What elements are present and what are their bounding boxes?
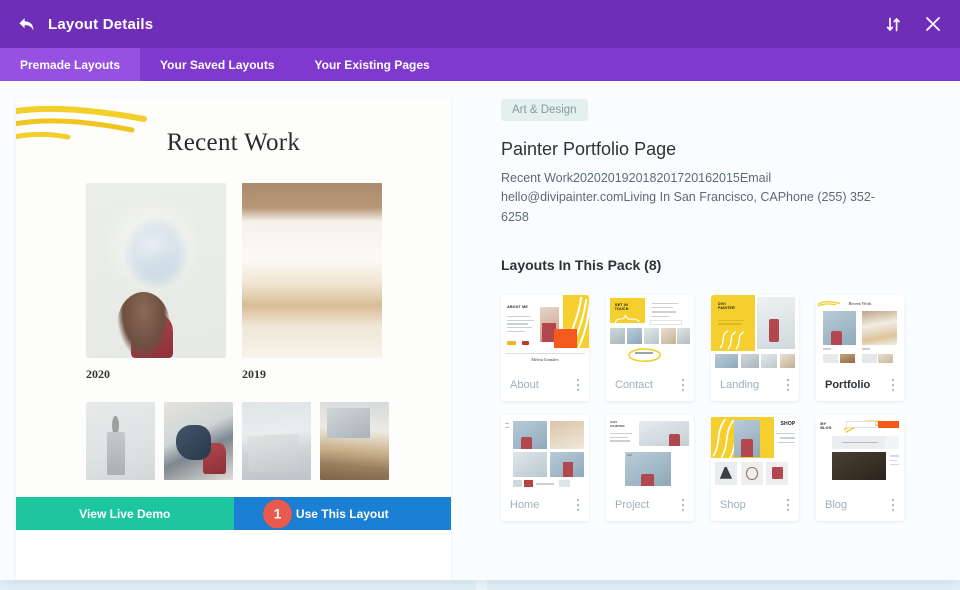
preview-gallery-image	[164, 402, 233, 480]
layout-thumbnail-project: DIVI PAINTER	[606, 415, 694, 490]
layout-card-menu-icon[interactable]	[785, 377, 792, 394]
layout-card-portfolio[interactable]: Recent Work Portfolio	[816, 295, 904, 402]
preview-featured-year: 2019	[242, 367, 266, 381]
layout-card-footer: Home	[501, 489, 589, 521]
preview-gallery-image	[242, 402, 311, 480]
preview-action-bar: View Live Demo Use This Layout 1	[16, 497, 451, 530]
layout-details-pane: Art & Design Painter Portfolio Page Rece…	[467, 81, 960, 580]
header-actions	[884, 15, 942, 33]
modal-body: Recent Work 2020 2019 View Live Demo Use…	[0, 81, 960, 580]
tab-your-existing-pages-label: Your Existing Pages	[314, 57, 430, 72]
layout-thumbnail-about-caption: Melvia Gonzales	[531, 356, 559, 362]
tab-your-saved-layouts[interactable]: Your Saved Layouts	[140, 48, 294, 81]
layout-card-footer: Project	[606, 489, 694, 521]
preview-featured-grid: 2020 2019	[86, 183, 382, 382]
layout-card-footer: Landing	[711, 369, 799, 401]
layout-thumbnail-home	[501, 415, 589, 490]
layout-card-name: About	[510, 379, 539, 392]
layout-card-name: Home	[510, 499, 540, 512]
layout-card-name: Blog	[825, 499, 848, 512]
layout-card-footer: About	[501, 369, 589, 401]
preview-heading: Recent Work	[166, 129, 301, 156]
layout-thumbnail-contact: GET IN TOUCH	[606, 295, 694, 370]
application-root: Layout Details Premade Layouts Your Save…	[0, 0, 960, 590]
preview-featured-image	[86, 183, 226, 358]
layout-preview-canvas: Recent Work 2020 2019	[16, 97, 451, 497]
preview-featured-image	[242, 183, 382, 358]
preview-featured-item: 2019	[242, 183, 382, 382]
layout-card-name: Shop	[720, 499, 746, 512]
layout-card-project[interactable]: DIVI PAINTER Project	[606, 415, 694, 522]
layout-card-menu-icon[interactable]	[575, 377, 582, 394]
layout-preview-pane: Recent Work 2020 2019 View Live Demo Use…	[0, 81, 467, 580]
close-icon[interactable]	[924, 15, 942, 33]
tab-your-existing-pages[interactable]: Your Existing Pages	[295, 48, 450, 81]
layout-thumbnail-shop: SHOP	[711, 415, 799, 490]
layout-thumbnail-about: ABOUT ME Melvia Gonzales	[501, 295, 589, 370]
layout-card-name: Contact	[615, 379, 653, 392]
layout-card-name: Portfolio	[825, 379, 871, 392]
sort-vertical-icon[interactable]	[884, 15, 902, 33]
layout-card-name: Landing	[720, 379, 760, 392]
layout-card-home[interactable]: Home	[501, 415, 589, 522]
layout-thumbnail-landing: DIVI PAINTER	[711, 295, 799, 370]
pack-title: Painter Portfolio Page	[501, 139, 677, 159]
layout-card-name: Project	[615, 499, 650, 512]
preview-featured-year: 2020	[86, 367, 110, 381]
pack-section-title: Layouts In This Pack (8)	[501, 257, 662, 274]
layout-thumbnail-portfolio-caption: Recent Work	[848, 301, 872, 307]
tab-premade-layouts[interactable]: Premade Layouts	[0, 48, 141, 81]
layout-card-footer: Contact	[606, 369, 694, 401]
layout-preview-card: Recent Work 2020 2019 View Live Demo Use…	[16, 97, 451, 580]
layout-card-landing[interactable]: DIVI PAINTER Landing	[711, 295, 799, 402]
layout-card-about[interactable]: ABOUT ME Melvia Gonzales About	[501, 295, 589, 402]
pack-description: Recent Work202020192018201720162015Email…	[501, 171, 875, 224]
layout-card-shop[interactable]: SHOP Shop	[711, 415, 799, 522]
layout-card-footer: Blog	[816, 489, 904, 521]
preview-featured-item: 2020	[86, 183, 226, 382]
layout-card-footer: Portfolio	[816, 369, 904, 401]
page-title: Layout Details	[48, 15, 154, 33]
view-live-demo-button[interactable]: View Live Demo	[16, 497, 234, 530]
layout-card-footer: Shop	[711, 489, 799, 521]
layout-thumbnail-blog: MY BLOG	[816, 415, 904, 490]
tab-premade-layouts-label: Premade Layouts	[20, 57, 121, 72]
back-arrow-icon[interactable]	[16, 14, 36, 34]
layout-thumbnail-portfolio: Recent Work	[816, 295, 904, 370]
modal-header: Layout Details	[0, 0, 960, 48]
preview-gallery-image	[86, 402, 155, 480]
layout-card-menu-icon[interactable]	[890, 497, 897, 514]
layouts-grid: ABOUT ME Melvia Gonzales About GET IN TO…	[501, 295, 914, 522]
layout-card-menu-icon[interactable]	[680, 497, 687, 514]
tab-bar: Premade Layouts Your Saved Layouts Your …	[0, 48, 960, 81]
use-this-layout-label: Use This Layout	[295, 506, 389, 521]
layout-card-menu-icon[interactable]	[890, 377, 897, 394]
layout-card-contact[interactable]: GET IN TOUCH Contact	[606, 295, 694, 402]
category-badge: Art & Design	[501, 99, 588, 121]
layout-card-blog[interactable]: MY BLOG Blog	[816, 415, 904, 522]
layout-card-menu-icon[interactable]	[680, 377, 687, 394]
layout-details-modal: Layout Details Premade Layouts Your Save…	[0, 0, 960, 580]
tab-your-saved-layouts-label: Your Saved Layouts	[160, 57, 275, 72]
view-live-demo-label: View Live Demo	[79, 506, 171, 521]
step-badge: 1	[263, 499, 292, 528]
preview-gallery-grid	[86, 402, 389, 480]
preview-gallery-image	[320, 402, 389, 480]
layout-card-menu-icon[interactable]	[785, 497, 792, 514]
layout-card-menu-icon[interactable]	[575, 497, 582, 514]
